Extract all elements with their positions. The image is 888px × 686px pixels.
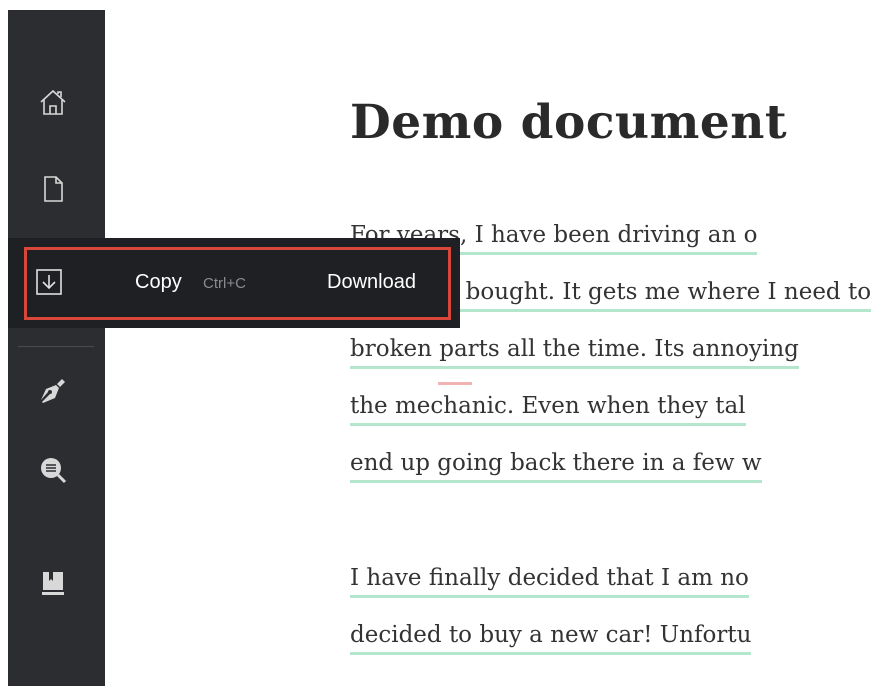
highlight-box [24,247,451,320]
sidebar-divider [18,346,94,347]
search-icon[interactable] [37,454,69,486]
document-title: Demo document [350,95,788,150]
home-icon[interactable] [37,86,69,118]
text-line: broken parts all the time. Its annoying [350,336,888,393]
sidebar [8,10,105,686]
text-line: I have finally decided that I am no [350,565,888,622]
text-line: the mechanic. Even when they tal [350,393,888,450]
pen-icon[interactable] [37,375,69,407]
spelling-error-underline [438,382,472,385]
book-icon[interactable] [37,567,69,599]
document-icon[interactable] [37,173,69,205]
text-line: end up going back there in a few w [350,450,888,507]
text-line: decided to buy a new car! Unfortu [350,622,888,679]
